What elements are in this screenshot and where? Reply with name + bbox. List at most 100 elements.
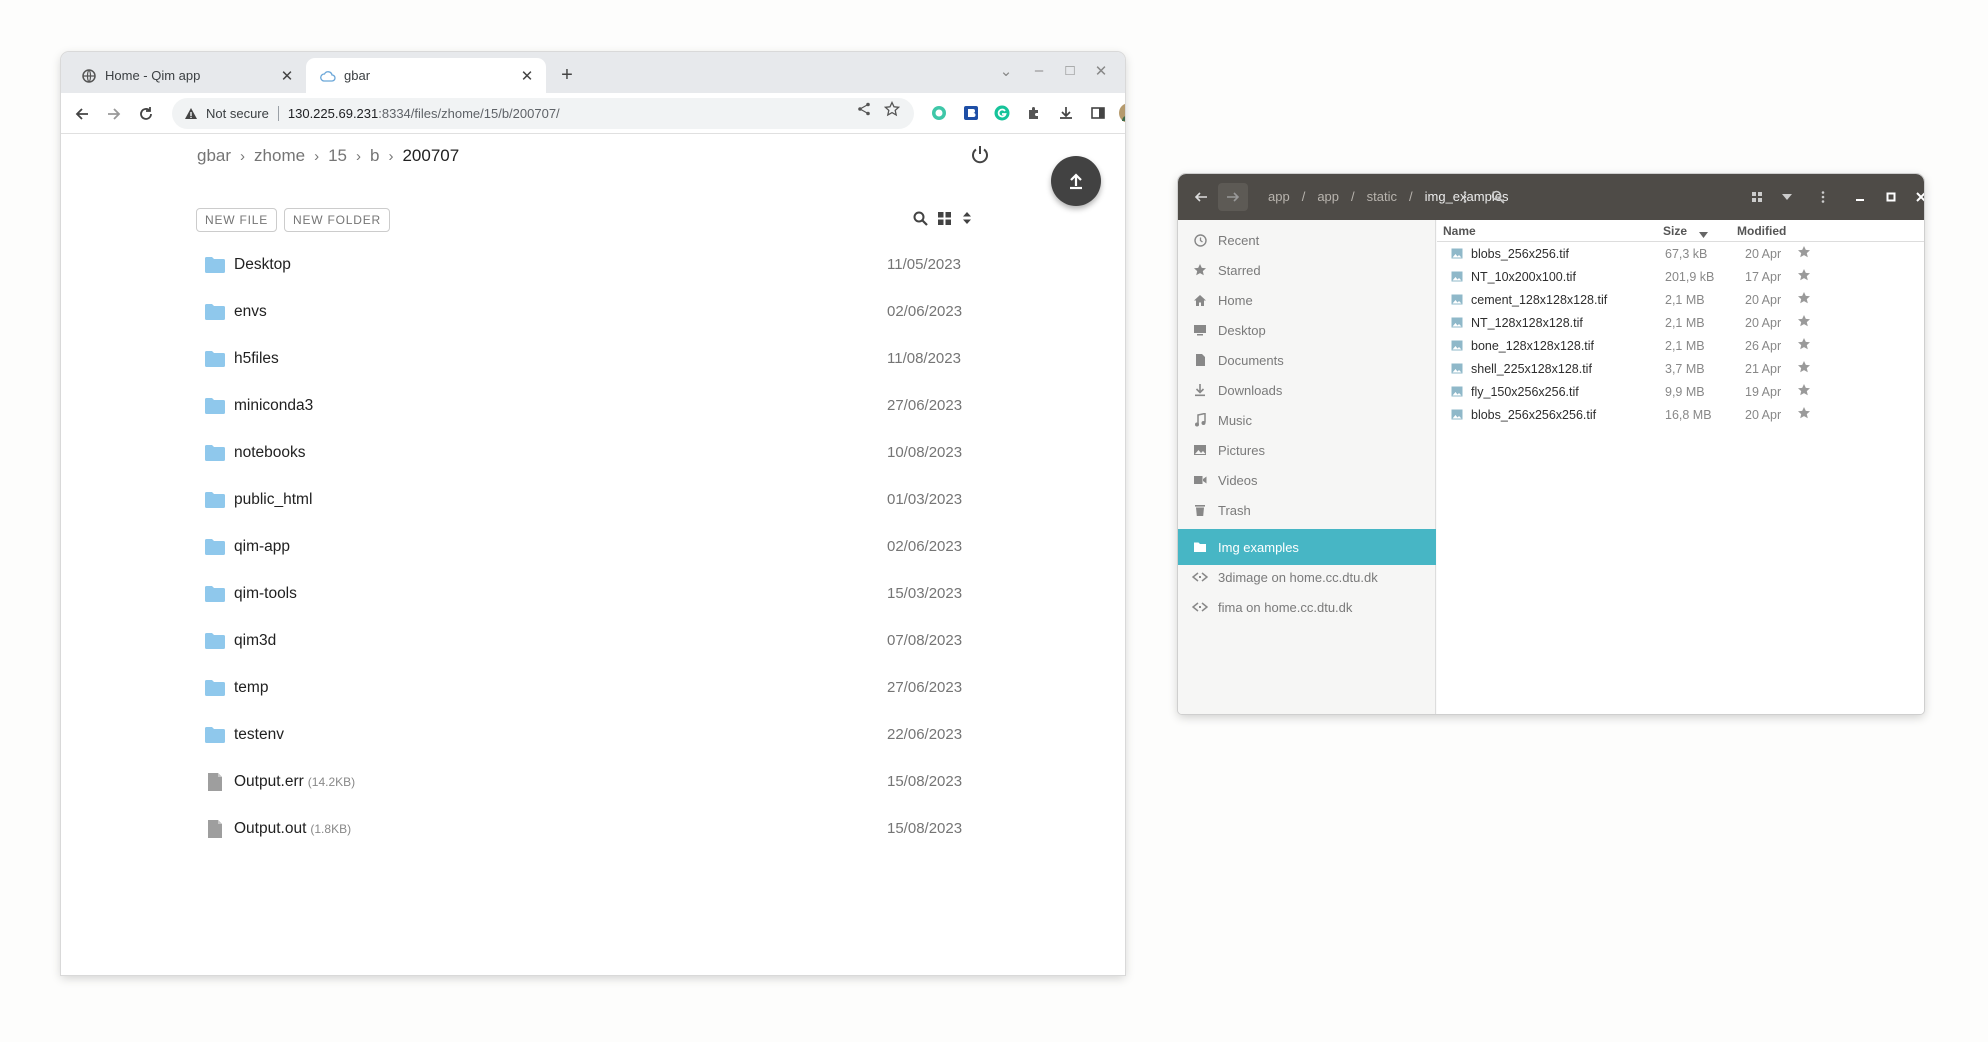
star-icon[interactable] [1797,360,1811,377]
file-name[interactable]: Output.out [234,820,306,838]
folder-row[interactable]: qim-app 02/06/2023 [197,523,987,570]
minimize-icon[interactable] [1845,183,1875,211]
file-name[interactable]: miniconda3 [234,397,313,415]
file-row[interactable]: NT_10x200x100.tif 201,9 kB 17 Apr [1437,266,1924,289]
star-icon[interactable] [1797,406,1811,423]
sort-icon[interactable] [957,208,977,228]
new-file-button[interactable]: NEW FILE [196,208,278,232]
star-icon[interactable] [1797,245,1811,262]
file-name[interactable]: public_html [234,491,312,509]
extension-green-circle-icon[interactable] [929,103,949,123]
maximize-icon[interactable]: □ [1060,62,1080,79]
modified-date: 15/08/2023 [887,773,963,790]
file-row[interactable]: blobs_256x256.tif 67,3 kB 20 Apr [1437,243,1924,266]
tab-search-chevron-icon[interactable]: ⌄ [996,62,1016,80]
main-menu-kebab-icon[interactable] [1808,183,1838,211]
star-icon[interactable] [1797,268,1811,285]
file-name[interactable]: Output.err [234,773,304,791]
security-label[interactable]: Not secure [206,106,279,121]
forward-icon[interactable] [101,101,127,127]
path-menu-kebab-icon[interactable] [1450,183,1480,211]
file-row[interactable]: fly_150x256x256.tif 9,9 MB 19 Apr [1437,381,1924,404]
file-name[interactable]: h5files [234,350,279,368]
folder-row[interactable]: qim3d 07/08/2023 [197,617,987,664]
search-icon[interactable] [1483,183,1513,211]
warning-icon[interactable] [184,107,198,120]
file-name[interactable]: temp [234,679,268,697]
minimize-icon[interactable]: – [1029,62,1049,79]
file-name[interactable]: notebooks [234,444,306,462]
power-icon[interactable] [969,144,993,168]
close-tab-icon[interactable]: ✕ [276,65,298,87]
folder-row[interactable]: miniconda3 27/06/2023 [197,382,987,429]
file-name: bone_128x128x128.tif [1471,339,1595,353]
url-path: :8334/files/zhome/15/b/200707/ [378,106,560,121]
profile-avatar[interactable] [1119,103,1125,123]
column-modified[interactable]: Modified [1737,224,1786,238]
new-tab-button[interactable]: + [555,64,579,86]
share-icon[interactable] [855,100,873,118]
extension-grammarly-icon[interactable] [992,103,1012,123]
path-item[interactable]: static [1367,189,1397,204]
back-icon[interactable] [1186,183,1216,211]
file-row[interactable]: Output.out (1.8KB) 15/08/2023 [197,805,987,852]
search-icon[interactable] [910,208,930,228]
close-window-icon[interactable] [1906,183,1924,211]
sort-descending-icon [1699,227,1708,241]
modified-date: 02/06/2023 [887,538,963,555]
folder-row[interactable]: qim-tools 15/03/2023 [197,570,987,617]
tab-gbar[interactable]: gbar ✕ [306,58,546,93]
grid-view-icon[interactable] [934,208,954,228]
back-icon[interactable] [69,101,95,127]
view-options-chevron-icon[interactable] [1772,183,1802,211]
path-item[interactable]: app [1317,189,1339,204]
star-icon[interactable] [1797,337,1811,354]
file-row[interactable]: NT_128x128x128.tif 2,1 MB 20 Apr [1437,312,1924,335]
grid-view-icon[interactable] [1742,183,1772,211]
folder-row[interactable]: temp 27/06/2023 [197,664,987,711]
breadcrumb-item[interactable]: gbar [197,146,231,166]
breadcrumb-item[interactable]: 15 [328,146,347,166]
new-folder-button[interactable]: NEW FOLDER [284,208,391,232]
side-panel-icon[interactable] [1088,103,1108,123]
reload-icon[interactable] [133,101,159,127]
address-bar[interactable]: Not secure 130.225.69.231:8334/files/zho… [172,98,914,129]
star-icon[interactable] [1797,314,1811,331]
file-name[interactable]: Desktop [234,256,291,274]
folder-row[interactable]: testenv 22/06/2023 [197,711,987,758]
download-icon[interactable] [1056,103,1076,123]
file-name[interactable]: qim-tools [234,585,297,603]
bookmark-star-icon[interactable] [883,100,901,118]
close-window-icon[interactable]: ✕ [1091,62,1111,80]
maximize-icon[interactable] [1876,183,1906,211]
extension-bitwarden-icon[interactable] [961,103,981,123]
star-icon[interactable] [1797,383,1811,400]
close-tab-icon[interactable]: ✕ [516,65,538,87]
file-row[interactable]: Output.err (14.2KB) 15/08/2023 [197,758,987,805]
forward-icon[interactable] [1218,183,1248,211]
tab-home-qim-app[interactable]: Home - Qim app ✕ [69,58,306,93]
column-size[interactable]: Size [1663,224,1687,238]
path-item[interactable]: app [1268,189,1290,204]
folder-row[interactable]: public_html 01/03/2023 [197,476,987,523]
star-icon[interactable] [1797,291,1811,308]
folder-row[interactable]: Desktop 11/05/2023 [197,241,987,288]
file-row[interactable]: shell_225x128x128.tif 3,7 MB 21 Apr [1437,358,1924,381]
breadcrumb-item[interactable]: b [370,146,379,166]
folder-row[interactable]: h5files 11/08/2023 [197,335,987,382]
breadcrumb-item[interactable]: zhome [254,146,305,166]
upload-button[interactable] [1051,156,1101,206]
file-name[interactable]: qim-app [234,538,290,556]
sidebar-item[interactable]: fima on home.cc.dtu.dk [1178,589,1436,625]
file-row[interactable]: blobs_256x256x256.tif 16,8 MB 20 Apr [1437,404,1924,427]
file-name[interactable]: qim3d [234,632,276,650]
column-name[interactable]: Name [1443,224,1476,238]
file-name[interactable]: envs [234,303,267,321]
folder-row[interactable]: envs 02/06/2023 [197,288,987,335]
file-name[interactable]: testenv [234,726,284,744]
sidebar-item[interactable]: Trash [1178,492,1436,528]
file-row[interactable]: cement_128x128x128.tif 2,1 MB 20 Apr [1437,289,1924,312]
puzzle-extensions-icon[interactable] [1024,103,1044,123]
file-row[interactable]: bone_128x128x128.tif 2,1 MB 26 Apr [1437,335,1924,358]
folder-row[interactable]: notebooks 10/08/2023 [197,429,987,476]
